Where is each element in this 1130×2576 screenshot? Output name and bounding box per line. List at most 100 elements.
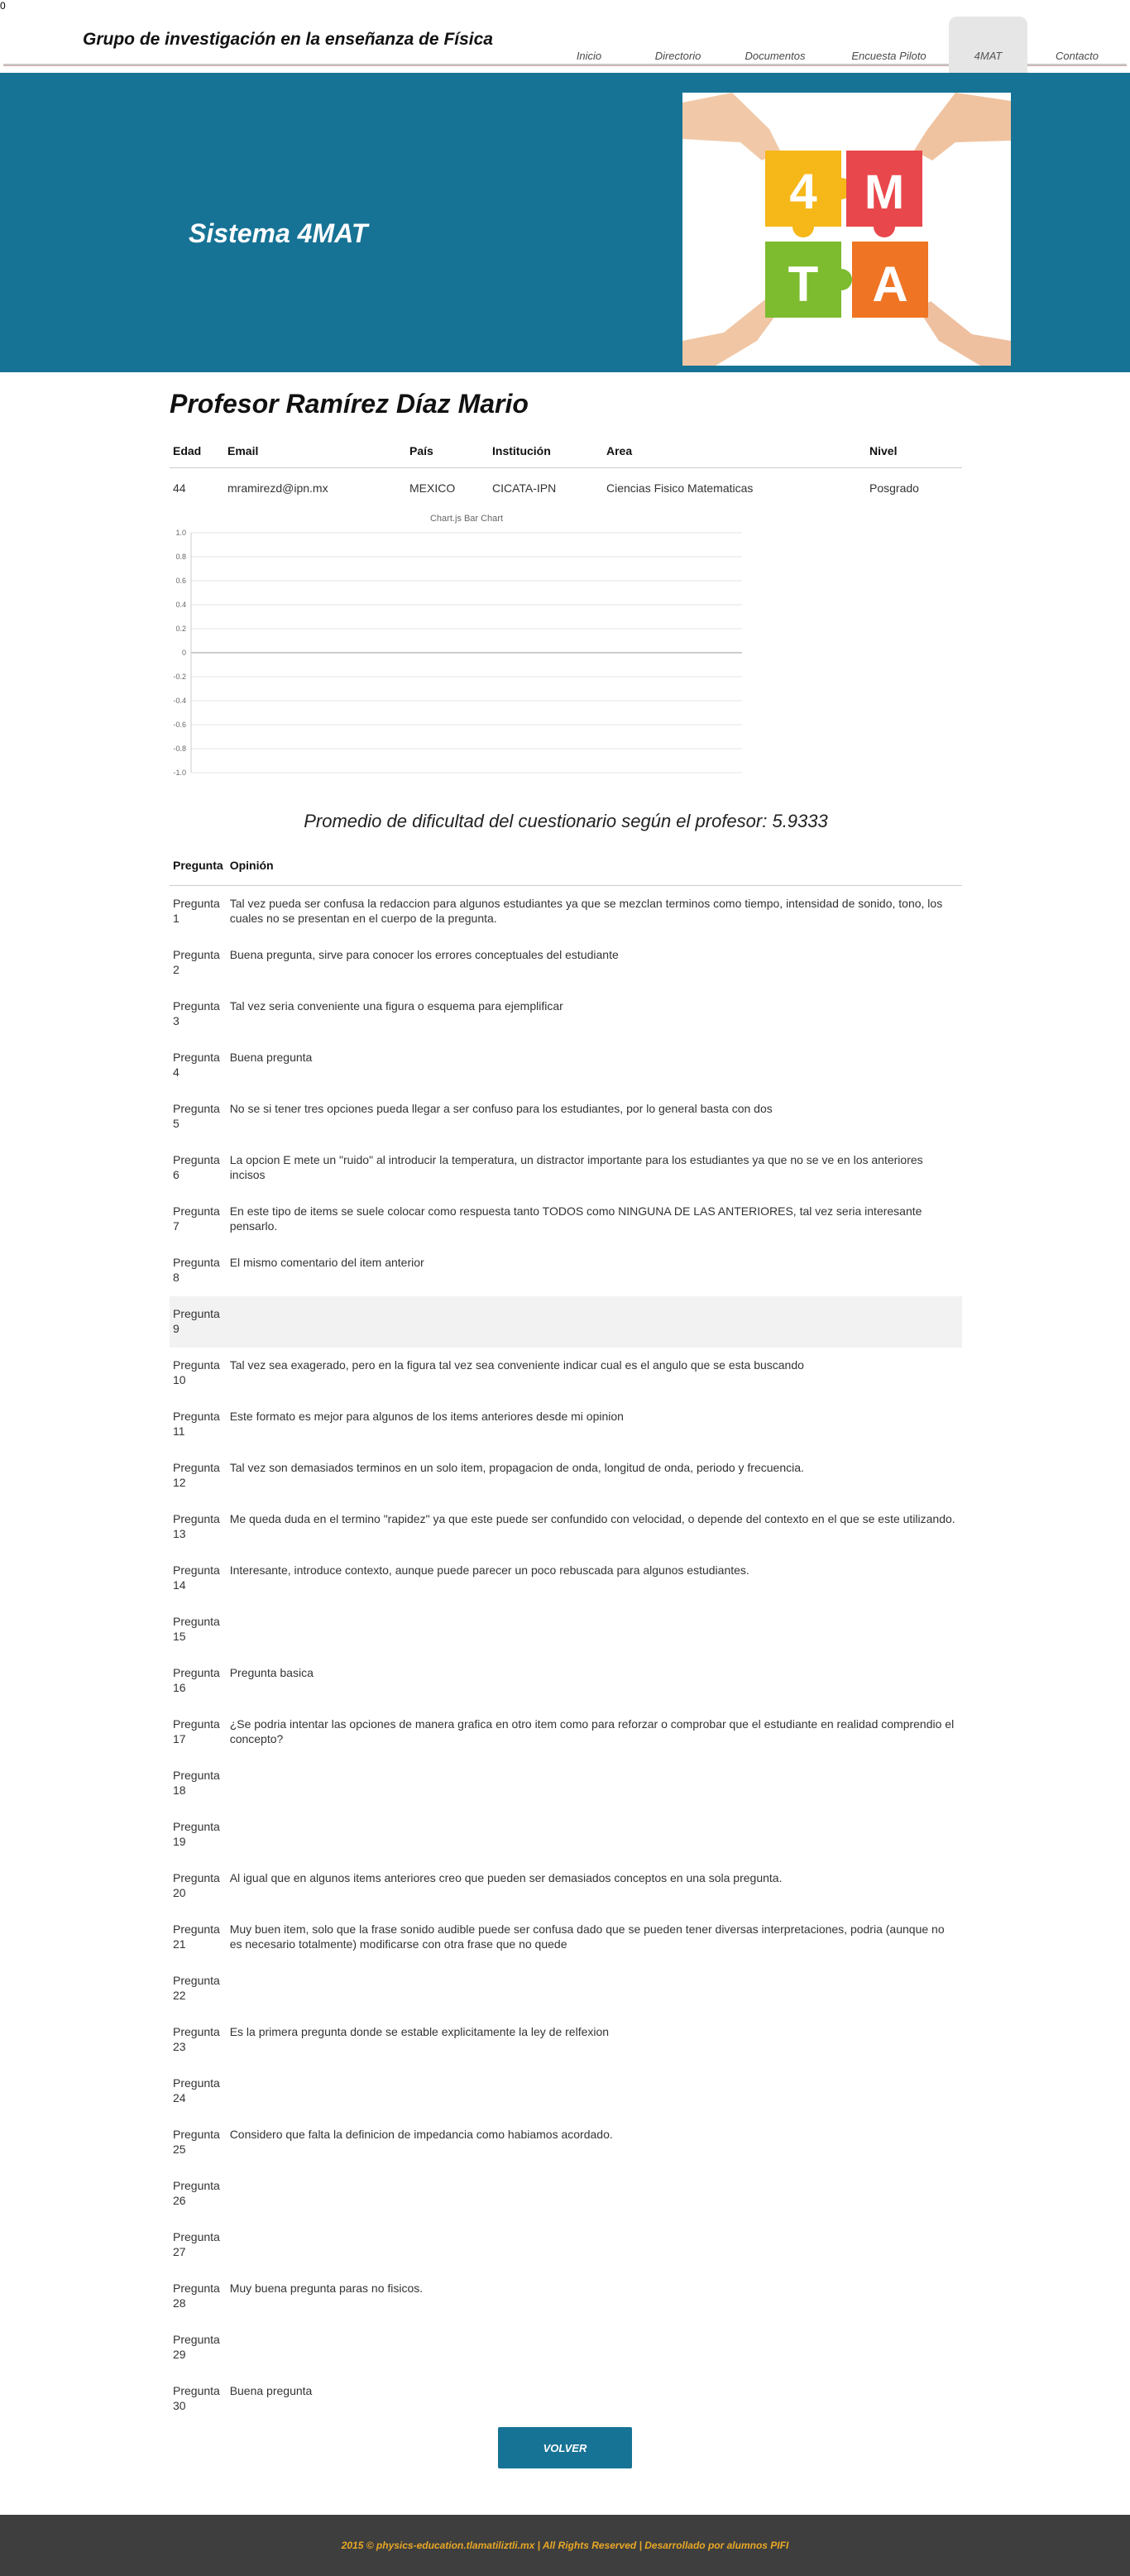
question-label: Pregunta 25 [173,2127,220,2156]
question-label: Pregunta 11 [173,1409,220,1438]
question-label: Pregunta 15 [173,1614,220,1643]
table-row: Pregunta 3 Tal vez seria conveniente una … [170,989,962,1040]
nav-encuesta-piloto[interactable]: Encuesta Piloto [829,17,949,66]
table-row: Pregunta 22 [170,1963,962,2014]
profile-value-0: 44 [173,481,186,495]
question-label: Pregunta 2 [173,947,220,976]
puzzle-piece-t: T [765,242,852,318]
y-tick-label: 0 [182,649,186,657]
question-label: Pregunta 10 [173,1357,220,1386]
profile-value-5: Posgrado [869,481,919,495]
question-label: Pregunta 20 [173,1870,220,1899]
table-row: Pregunta 16 Pregunta basica [170,1655,962,1707]
site-header: Grupo de investigación en la enseñanza d… [3,17,1127,94]
question-label: Pregunta 14 [173,1563,220,1592]
question-label: Pregunta 30 [173,2383,220,2412]
question-label: Pregunta 26 [173,2178,220,2207]
question-label: Pregunta 13 [173,1511,220,1540]
y-tick-label: -0.8 [173,745,186,753]
question-label: Pregunta 3 [173,998,220,1027]
profile-col-5: Nivel [866,438,962,468]
question-label: Pregunta 7 [173,1204,220,1233]
profile-header-row: Edad Email País Institución Area Nivel [170,438,962,468]
table-row: Pregunta 14 Interesante, introduce contex… [170,1553,962,1604]
profile-col-4: Area [603,438,866,468]
profile-col-3: Institución [489,438,603,468]
question-label: Pregunta 29 [173,2332,220,2361]
opinion-text: El mismo comentario del item anterior [229,1255,424,1269]
y-tick-label: 0.6 [175,577,186,585]
profile-value-1: mramirezd@ipn.mx [227,481,328,495]
puzzle-piece-a: A [852,242,928,318]
opinion-text: Buena pregunta [229,1050,313,1064]
opinion-text: ¿Se podria intentar las opciones de mane… [229,1717,955,1745]
site-footer: 2015 © physics-education.tlamatiliztli.m… [0,2515,1130,2576]
nav-contacto[interactable]: Contacto [1027,17,1127,66]
profile-value-3: CICATA-IPN [492,481,557,495]
hero-banner: Sistema 4MAT 4 M T A [0,73,1130,372]
opinions-header-question: Pregunta [170,852,227,886]
site-title[interactable]: Grupo de investigación en la enseñanza d… [83,30,493,50]
puzzle-piece-m: M [846,151,922,237]
table-row: Pregunta 7 En este tipo de items se suele… [170,1194,962,1245]
profile-col-2: País [406,438,489,468]
nav-documentos[interactable]: Documentos [721,17,829,66]
opinion-text [227,1809,962,1860]
y-tick-label: -1.0 [173,768,186,777]
opinion-text: Muy buen item, solo que la frase sonido … [229,1922,945,1951]
opinion-text [226,1295,962,1348]
opinion-text [227,1963,962,2014]
svg-text:M: M [864,165,904,219]
hand-top-left [682,93,780,160]
nav-directorio[interactable]: Directorio [634,17,721,66]
profile-value-2: MEXICO [409,481,456,495]
table-row: Pregunta 1 Tal vez pueda ser confusa la r… [170,886,962,937]
hand-top-right [914,93,1011,160]
opinion-text: Me queda duda en el termino "rapidez" ya… [229,1511,955,1525]
svg-text:A: A [872,256,907,312]
table-row: Pregunta 18 [170,1758,962,1809]
opinion-text: Buena pregunta [229,2383,313,2397]
question-label: Pregunta 4 [173,1050,220,1079]
main-content: Profesor Ramírez Díaz Mario Edad Email Paí… [170,389,962,2425]
question-label: Pregunta 1 [173,897,220,925]
question-label: Pregunta 22 [173,1973,220,2002]
opinion-text: Buena pregunta, sirve para conocer los e… [229,947,619,961]
nav-inicio[interactable]: Inicio [543,17,634,66]
table-row: Pregunta 8 El mismo comentario del item a… [170,1245,962,1296]
back-button[interactable]: VOLVER [498,2427,632,2468]
table-row: Pregunta 4 Buena pregunta [170,1040,962,1091]
table-row: Pregunta 12 Tal vez son demasiados termin… [170,1450,962,1501]
table-row: Pregunta 10 Tal vez sea exagerado, pero e… [170,1348,962,1399]
question-label: Pregunta 17 [173,1717,220,1745]
table-row: Pregunta 15 [170,1604,962,1655]
opinion-text: Es la primera pregunta donde se estable … [229,2024,610,2038]
main-nav: Inicio Directorio Documentos Encuesta Pilot… [543,17,1127,94]
opinion-text: Al igual que en algunos items anteriores… [229,1870,783,1884]
question-label: Pregunta 21 [173,1922,220,1951]
profile-table: Edad Email País Institución Area Nivel 44 mram… [170,438,962,501]
opinion-text [227,2219,962,2271]
profile-col-1: Email [224,438,406,468]
y-tick-label: -0.2 [173,673,186,681]
opinion-text: Tal vez sea exagerado, pero en la figura… [229,1357,804,1372]
bar-chart-svg: Chart.js Bar Chart 1.0 0.8 0.6 0.4 0.2 0 -0.2 -0… [173,514,742,777]
opinion-text [227,1604,962,1655]
y-tick-label: 0.2 [175,625,186,633]
profile-value-row: 44 mramirezd@ipn.mx MEXICO CICATA-IPN Cienci… [170,468,962,502]
difficulty-chart: Chart.js Bar Chart 1.0 0.8 0.6 0.4 0.2 0 -0.2 -0… [170,508,749,789]
profile-value-4: Ciencias Fisico Matematicas [606,481,754,495]
opinion-text: La opcion E mete un "ruido" al introduci… [229,1152,923,1181]
y-tick-label: 1.0 [175,529,186,537]
puzzle-image: 4 M T A [682,93,1011,366]
table-row: Pregunta 9 [170,1295,962,1348]
question-label: Pregunta 19 [173,1819,220,1848]
table-row: Pregunta 6 La opcion E mete un "ruido" al… [170,1142,962,1194]
opinion-text [227,2322,962,2373]
table-row: Pregunta 29 [170,2322,962,2373]
opinions-header-opinion: Opinión [226,852,962,886]
opinion-text: En este tipo de items se suele colocar c… [229,1204,922,1233]
chart-title: Chart.js Bar Chart [430,514,503,524]
table-row: Pregunta 21 Muy buen item, solo que la fr… [170,1912,962,1963]
opinions-table: Pregunta Opinión Pregunta 1 Tal vez pueda… [170,852,962,2425]
